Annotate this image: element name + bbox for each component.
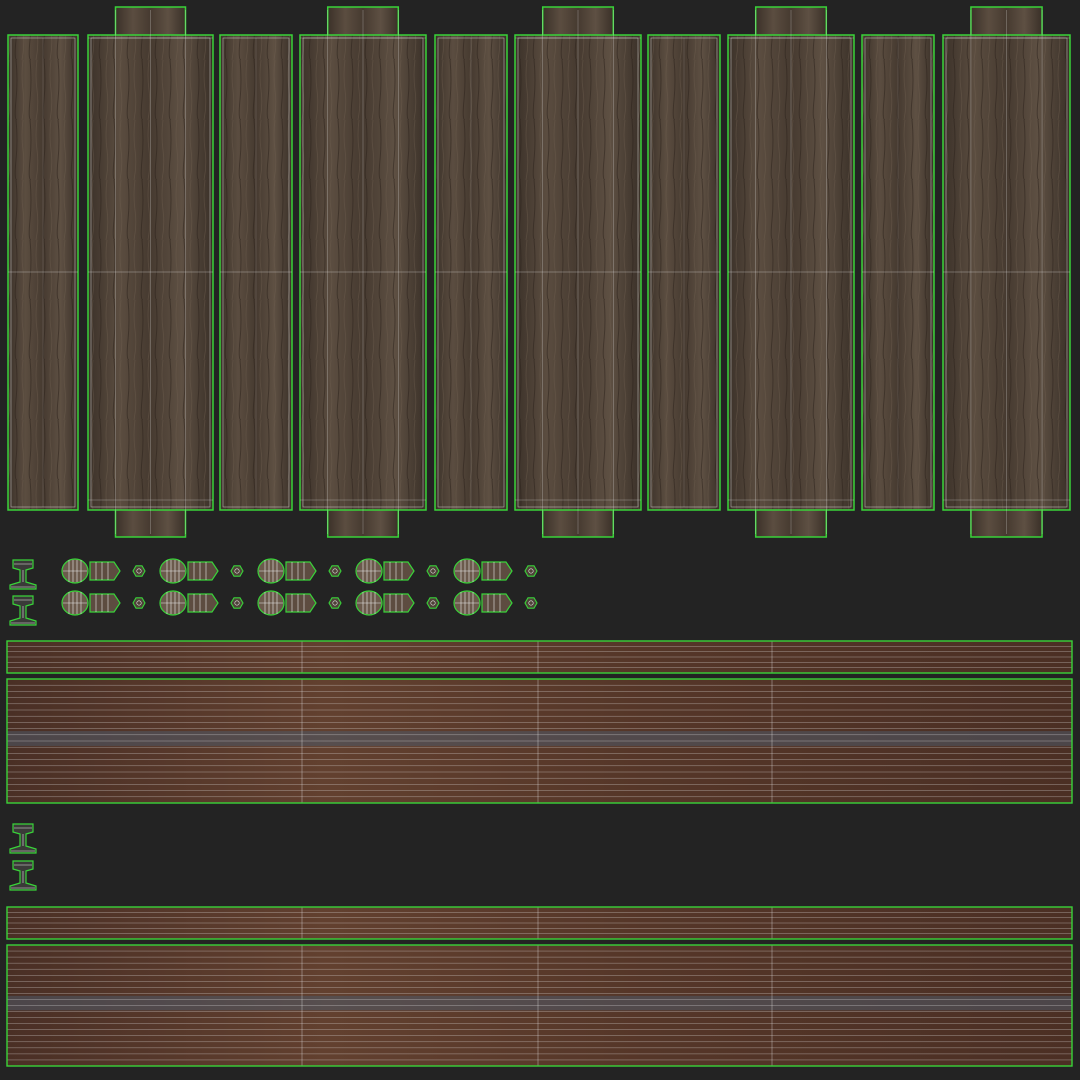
bolt-head-icon <box>61 558 89 584</box>
hex-nut-icon <box>426 597 440 609</box>
bolt-row <box>61 558 538 584</box>
plank-island <box>219 34 293 511</box>
hex-nut-icon <box>524 597 538 609</box>
bolt-body-icon <box>285 593 317 613</box>
rail-steel-band <box>7 995 1072 1011</box>
rail-profile-icon <box>9 595 37 626</box>
hex-nut-icon <box>132 597 146 609</box>
plank-island <box>861 34 935 511</box>
hex-nut-icon <box>328 597 342 609</box>
rail-strip <box>6 640 1073 674</box>
hex-nut-icon <box>230 597 244 609</box>
bolt-head-icon <box>355 590 383 616</box>
rail-profile-icon <box>9 559 37 590</box>
hex-nut-icon <box>230 565 244 577</box>
rail-strip <box>6 906 1073 940</box>
bolt-head-icon <box>453 590 481 616</box>
bolt-head-icon <box>159 558 187 584</box>
plank-island <box>7 34 79 511</box>
bolt-body-icon <box>383 593 415 613</box>
bolt-head-icon <box>61 590 89 616</box>
rail-profile-icon <box>9 860 37 891</box>
bolt-head-icon <box>159 590 187 616</box>
plank-islands <box>7 6 1071 538</box>
bolt-body-icon <box>89 561 121 581</box>
hex-nut-icon <box>132 565 146 577</box>
plank-island <box>727 6 855 538</box>
bolt-islands <box>61 558 538 616</box>
plank-island <box>647 34 721 511</box>
rail-strips <box>6 640 1073 1067</box>
rail-profile-icon <box>9 823 37 854</box>
rail-strip <box>6 678 1073 804</box>
hex-nut-icon <box>328 565 342 577</box>
plank-island <box>434 34 508 511</box>
bolt-head-icon <box>257 558 285 584</box>
bolt-head-icon <box>355 558 383 584</box>
hex-nut-icon <box>524 565 538 577</box>
plank-island <box>299 6 427 538</box>
plank-island <box>942 6 1071 538</box>
bolt-body-icon <box>285 561 317 581</box>
bolt-body-icon <box>481 561 513 581</box>
bolt-head-icon <box>257 590 285 616</box>
bolt-body-icon <box>383 561 415 581</box>
bolt-row <box>61 590 538 616</box>
bolt-body-icon <box>187 593 219 613</box>
bolt-body-icon <box>481 593 513 613</box>
rail-steel-band <box>7 731 1072 746</box>
uv-texture-layout <box>6 6 1073 1067</box>
plank-island <box>87 6 214 538</box>
hex-nut-icon <box>426 565 440 577</box>
bolt-body-icon <box>89 593 121 613</box>
bolt-head-icon <box>453 558 481 584</box>
bolt-body-icon <box>187 561 219 581</box>
plank-island <box>514 6 642 538</box>
rail-strip <box>6 944 1073 1067</box>
